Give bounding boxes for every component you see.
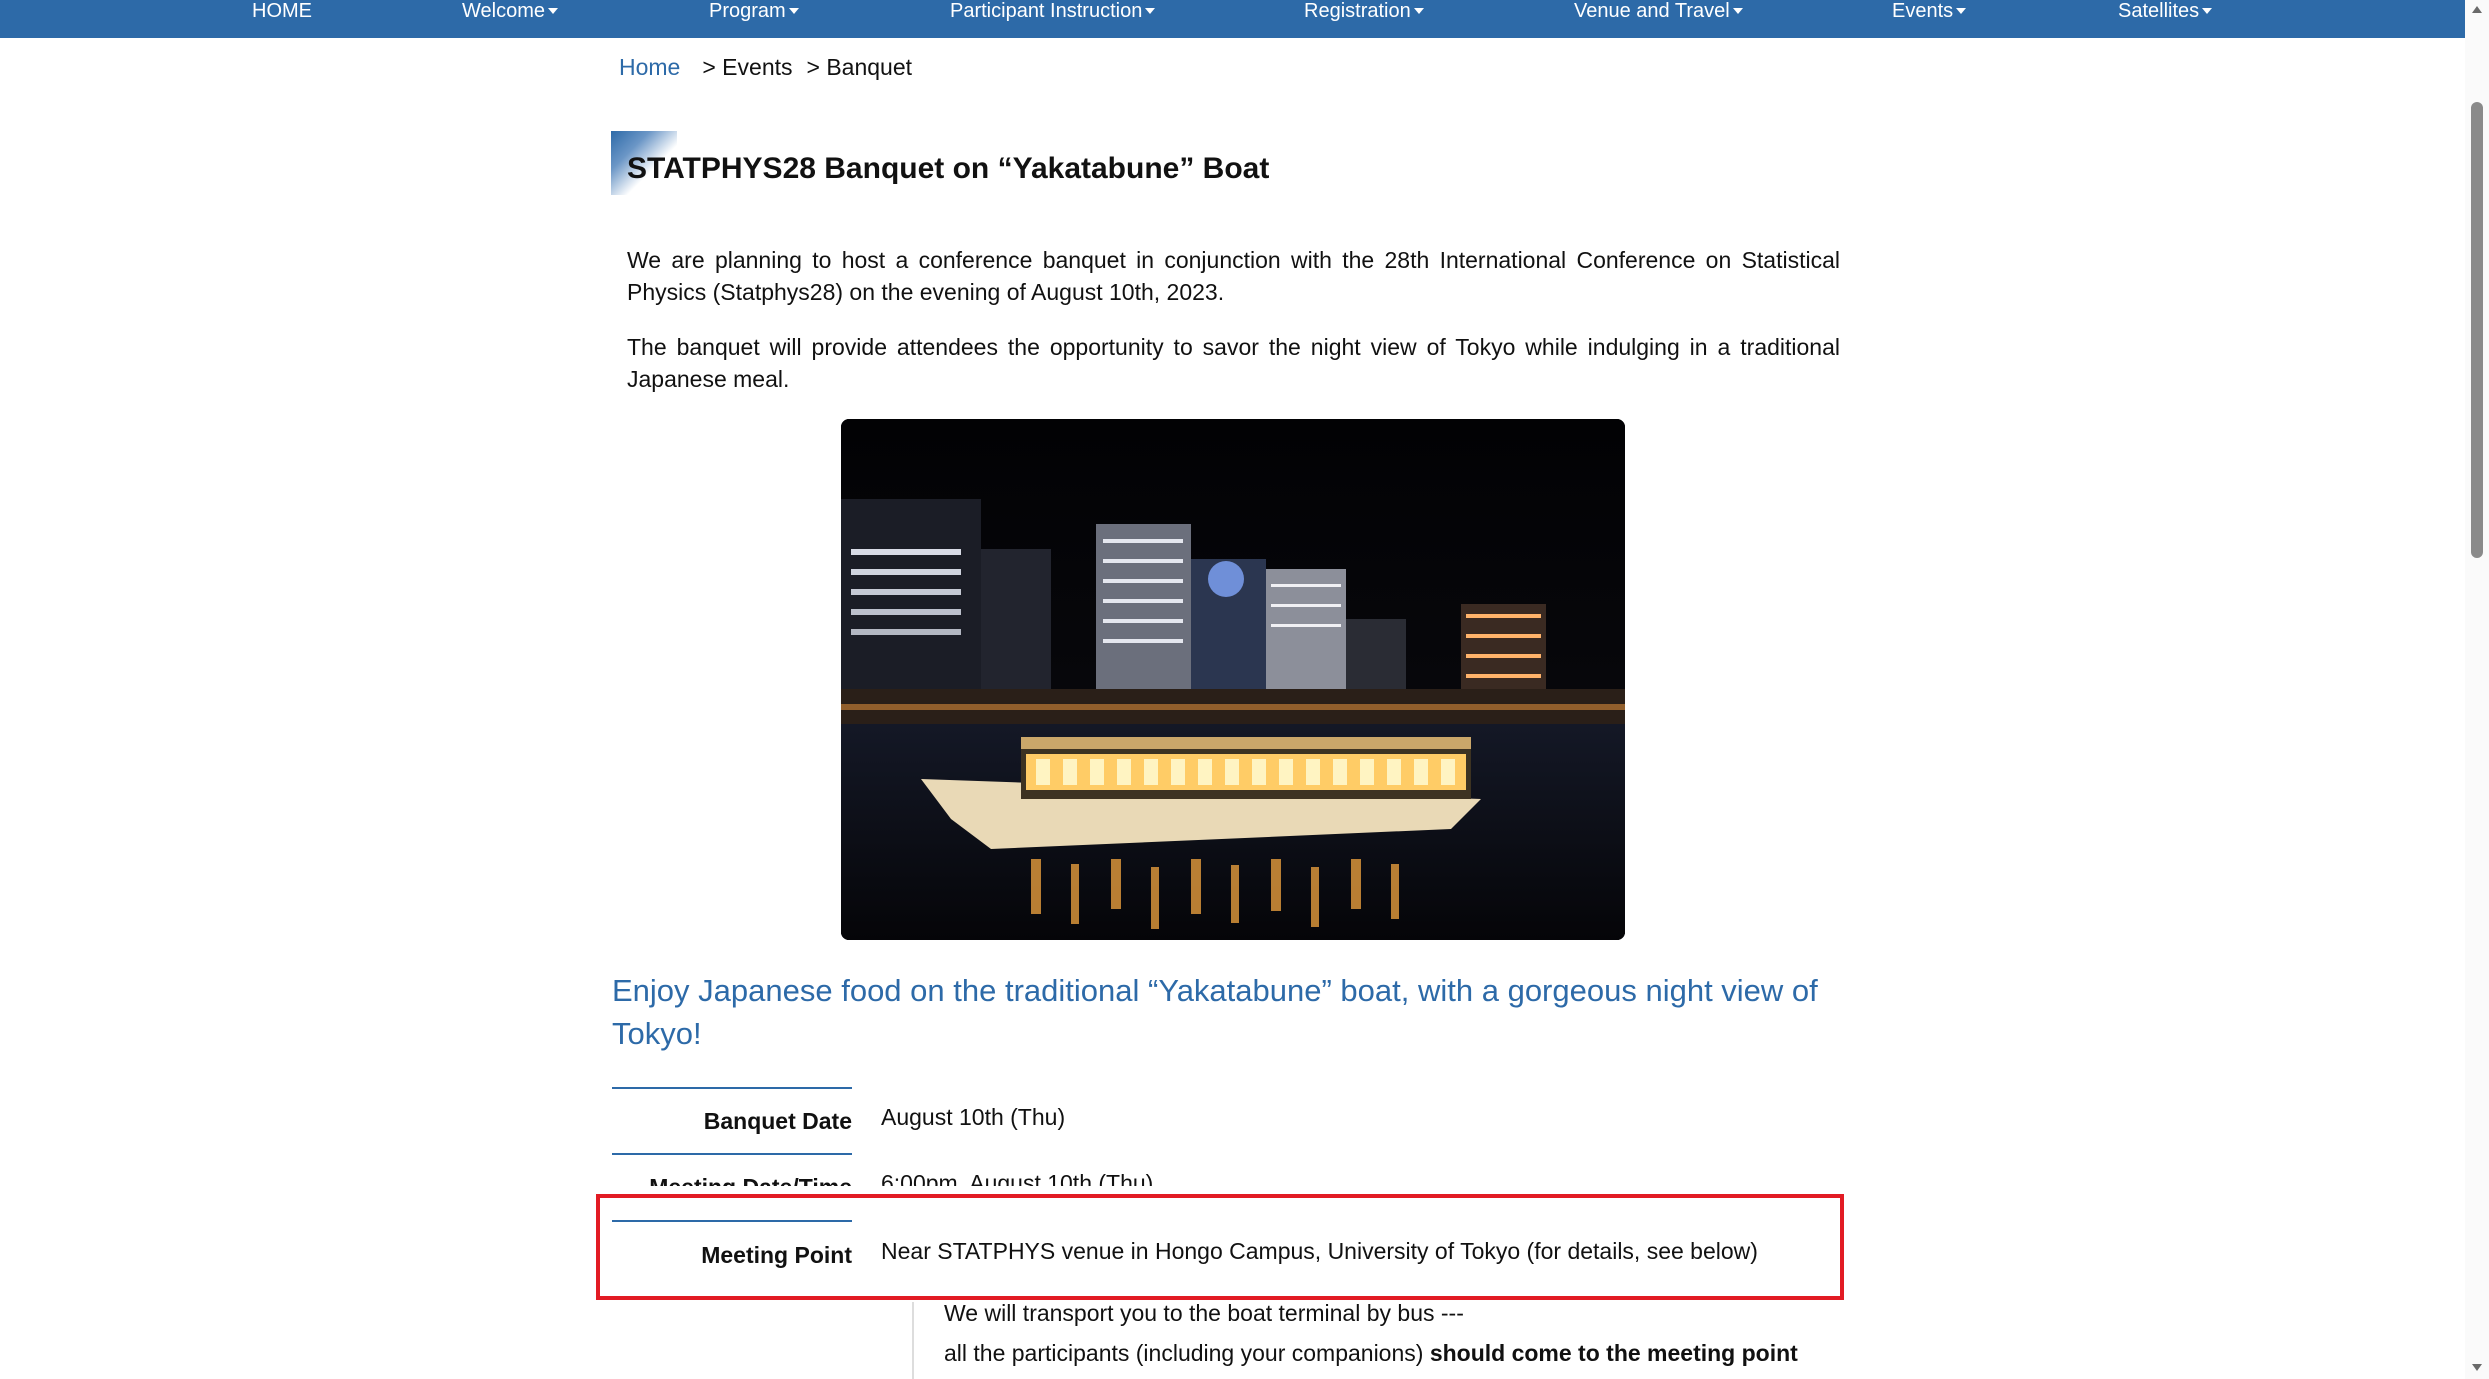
nav-item-venue-and-travel[interactable]: Venue and Travel bbox=[1574, 0, 1743, 38]
nav-item-home[interactable]: HOME bbox=[252, 0, 312, 38]
yakatabune-boat-photo bbox=[841, 419, 1625, 940]
caret-down-icon bbox=[2202, 8, 2213, 14]
caret-down-icon bbox=[548, 8, 558, 14]
nav-label-registration: Registration bbox=[1304, 0, 1411, 22]
banquet-date-value: August 10th (Thu) bbox=[881, 1104, 1066, 1130]
caret-down-icon bbox=[788, 8, 799, 14]
table-divider bbox=[612, 1087, 852, 1089]
notes-divider bbox=[912, 1302, 914, 1379]
top-navigation-bar: HOME Welcome Program Participant Instruc… bbox=[0, 0, 2465, 38]
note-line-2-bold: should come to the meeting point bbox=[1429, 1340, 1798, 1366]
breadcrumb-current: > Banquet bbox=[806, 54, 913, 80]
nav-label-welcome: Welcome bbox=[462, 0, 545, 22]
breadcrumb-events[interactable]: > Events bbox=[702, 54, 792, 80]
meeting-time-value: 6:00pm, August 10th (Thu) bbox=[881, 1170, 1154, 1186]
highlight-box bbox=[596, 1194, 1844, 1300]
page-title: STATPHYS28 Banquet on “Yakatabune” Boat bbox=[627, 152, 1270, 185]
note-line-1: We will transport you to the boat termin… bbox=[944, 1300, 1464, 1326]
nav-label-satellites: Satellites bbox=[2118, 0, 2200, 22]
table-divider bbox=[612, 1153, 852, 1155]
nav-item-satellites[interactable]: Satellites bbox=[2118, 0, 2213, 38]
note-line-2: all the participants (including your com… bbox=[944, 1340, 1798, 1367]
scroll-up-arrow-icon[interactable] bbox=[2472, 6, 2482, 13]
nav-item-participant-instruction[interactable]: Participant Instruction bbox=[950, 0, 1156, 38]
caret-down-icon bbox=[1413, 8, 1424, 14]
banquet-date-label: Banquet Date bbox=[703, 1108, 852, 1134]
nav-label-participant-instruction: Participant Instruction bbox=[950, 0, 1143, 22]
nav-label-venue-and-travel: Venue and Travel bbox=[1574, 0, 1730, 22]
vertical-scrollbar[interactable] bbox=[2465, 0, 2489, 1379]
section-subheading: Enjoy Japanese food on the traditional “… bbox=[612, 973, 1818, 1051]
nav-label-home: HOME bbox=[252, 0, 312, 22]
note-line-2-text: all the participants (including your com… bbox=[944, 1340, 1430, 1366]
nav-item-events[interactable]: Events bbox=[1892, 0, 1967, 38]
meeting-time-row: Meeting Date/Time 6:00pm, August 10th (T… bbox=[600, 1160, 1860, 1186]
caret-down-icon bbox=[1956, 8, 1967, 14]
breadcrumb: Home > Events > Banquet bbox=[619, 54, 912, 81]
nav-item-registration[interactable]: Registration bbox=[1304, 0, 1424, 38]
breadcrumb-home-link[interactable]: Home bbox=[619, 54, 680, 80]
nav-label-program: Program bbox=[709, 0, 786, 22]
nav-item-program[interactable]: Program bbox=[709, 0, 799, 38]
scrollbar-thumb[interactable] bbox=[2471, 102, 2483, 558]
nav-label-events: Events bbox=[1892, 0, 1954, 22]
caret-down-icon bbox=[1732, 8, 1743, 14]
caret-down-icon bbox=[1145, 8, 1156, 14]
scroll-down-arrow-icon[interactable] bbox=[2472, 1364, 2482, 1371]
meeting-time-label: Meeting Date/Time bbox=[612, 1174, 852, 1186]
description-paragraph: The banquet will provide attendees the o… bbox=[627, 334, 1840, 392]
nav-item-welcome[interactable]: Welcome bbox=[462, 0, 558, 38]
intro-paragraph: We are planning to host a conference ban… bbox=[627, 247, 1840, 305]
